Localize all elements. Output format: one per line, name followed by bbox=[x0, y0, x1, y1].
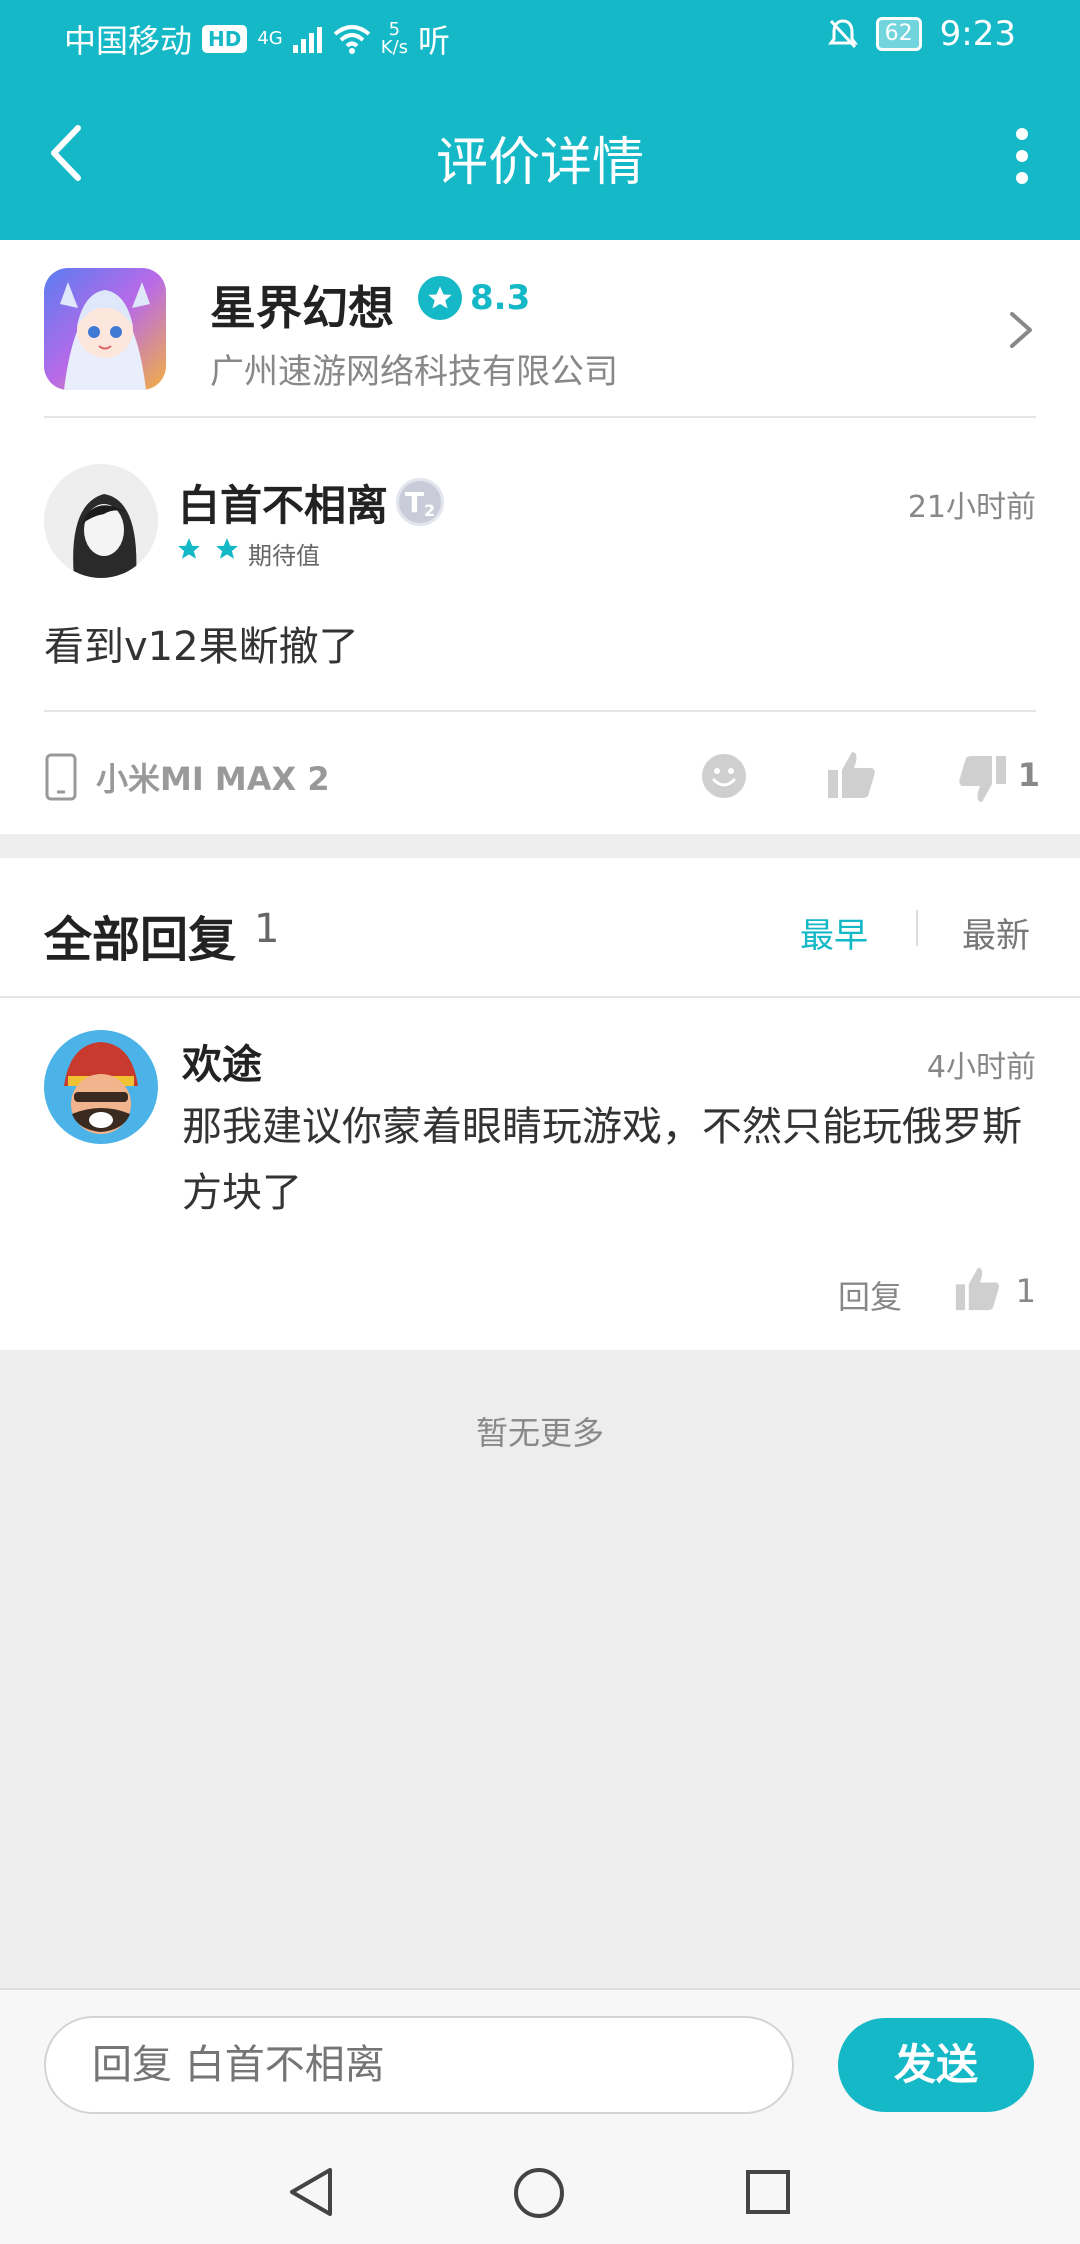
reviewer-photo-icon bbox=[44, 464, 158, 578]
replier-name[interactable]: 欢途 bbox=[182, 1032, 262, 1090]
signal-icon bbox=[292, 27, 322, 53]
status-left: 中国移动 HD 4G 5 K/s 听 bbox=[64, 16, 450, 62]
extra-status: 听 bbox=[418, 22, 451, 60]
reply-content: 那我建议你蒙着眼睛玩游戏，不然只能玩俄罗斯方块了 bbox=[182, 1104, 1022, 1216]
nav-back-icon[interactable] bbox=[286, 2166, 336, 2218]
sort-earliest-tab[interactable]: 最早 bbox=[800, 908, 868, 957]
reviewer-avatar[interactable] bbox=[44, 464, 158, 578]
phone-icon bbox=[45, 753, 77, 801]
reply-button[interactable]: 回复 bbox=[838, 1272, 902, 1318]
wifi-icon bbox=[333, 25, 371, 54]
bell-muted-icon bbox=[827, 19, 858, 49]
more-vertical-icon[interactable] bbox=[1004, 126, 1040, 186]
hd-badge: HD bbox=[202, 25, 248, 53]
replies-header-divider bbox=[0, 996, 1080, 998]
reply-time: 4小时前 bbox=[926, 1050, 1036, 1085]
user-level-badge: T2 bbox=[396, 478, 444, 526]
dislike-count: 1 bbox=[1017, 756, 1040, 794]
sort-separator bbox=[916, 910, 918, 946]
review-content: 看到v12果断撤了 bbox=[44, 624, 359, 670]
device-name: 小米MI MAX 2 bbox=[96, 760, 330, 798]
thumbs-down-icon[interactable] bbox=[956, 754, 1008, 806]
section-divider bbox=[44, 416, 1036, 418]
chevron-right-icon[interactable] bbox=[1006, 308, 1036, 352]
game-art-icon bbox=[44, 268, 166, 390]
thumbs-up-icon[interactable] bbox=[826, 748, 878, 800]
network-speed: 5 K/s bbox=[381, 21, 408, 57]
speed-unit: K/s bbox=[380, 37, 409, 58]
send-button[interactable]: 发送 bbox=[838, 2018, 1034, 2112]
reply-composer: 发送 bbox=[0, 1988, 1080, 2136]
game-score: 8.3 bbox=[418, 276, 530, 320]
status-bar: 中国移动 HD 4G 5 K/s 听 62 9:23 bbox=[0, 0, 1080, 72]
review-time: 21小时前 bbox=[907, 490, 1036, 525]
replier-avatar[interactable] bbox=[44, 1030, 158, 1144]
replier-photo-icon bbox=[44, 1030, 158, 1144]
star-filled-icon bbox=[178, 538, 200, 559]
star-filled-icon bbox=[216, 538, 238, 559]
status-right: 62 9:23 bbox=[827, 14, 1016, 54]
replies-title: 全部回复 bbox=[44, 912, 237, 968]
replies-count: 1 bbox=[254, 906, 280, 952]
reply-like-count: 1 bbox=[1015, 1272, 1036, 1310]
clock: 9:23 bbox=[939, 14, 1016, 54]
score-star-icon bbox=[418, 276, 462, 320]
battery-indicator: 62 bbox=[875, 17, 922, 51]
no-more-label: 暂无更多 bbox=[475, 1414, 604, 1452]
sort-latest-tab[interactable]: 最新 bbox=[962, 908, 1030, 957]
carrier-label: 中国移动 bbox=[64, 22, 193, 60]
nav-recents-icon[interactable] bbox=[744, 2168, 792, 2216]
nav-home-icon[interactable] bbox=[512, 2166, 566, 2220]
level-number: 2 bbox=[423, 500, 436, 520]
game-name[interactable]: 星界幻想 bbox=[210, 272, 394, 338]
reply-like-icon[interactable] bbox=[954, 1264, 1002, 1312]
score-value: 8.3 bbox=[470, 278, 531, 318]
emoji-reaction-icon[interactable] bbox=[700, 752, 748, 800]
reply-input[interactable] bbox=[44, 2016, 794, 2114]
level-letter: T bbox=[404, 485, 424, 519]
system-navigation-bar bbox=[0, 2136, 1080, 2244]
reviewer-name[interactable]: 白首不相离 bbox=[178, 472, 388, 533]
developer-name: 广州速游网络科技有限公司 bbox=[210, 352, 618, 392]
game-icon[interactable] bbox=[44, 268, 166, 390]
rating-label: 期待值 bbox=[248, 542, 320, 570]
device-info: 小米MI MAX 2 bbox=[44, 752, 330, 802]
app-header: 中国移动 HD 4G 5 K/s 听 62 9:23 评价详情 bbox=[0, 0, 1080, 240]
page-title: 评价详情 bbox=[435, 133, 644, 193]
network-type: 4G bbox=[257, 28, 283, 49]
rating-stars bbox=[176, 536, 240, 562]
section-divider bbox=[44, 710, 1036, 712]
